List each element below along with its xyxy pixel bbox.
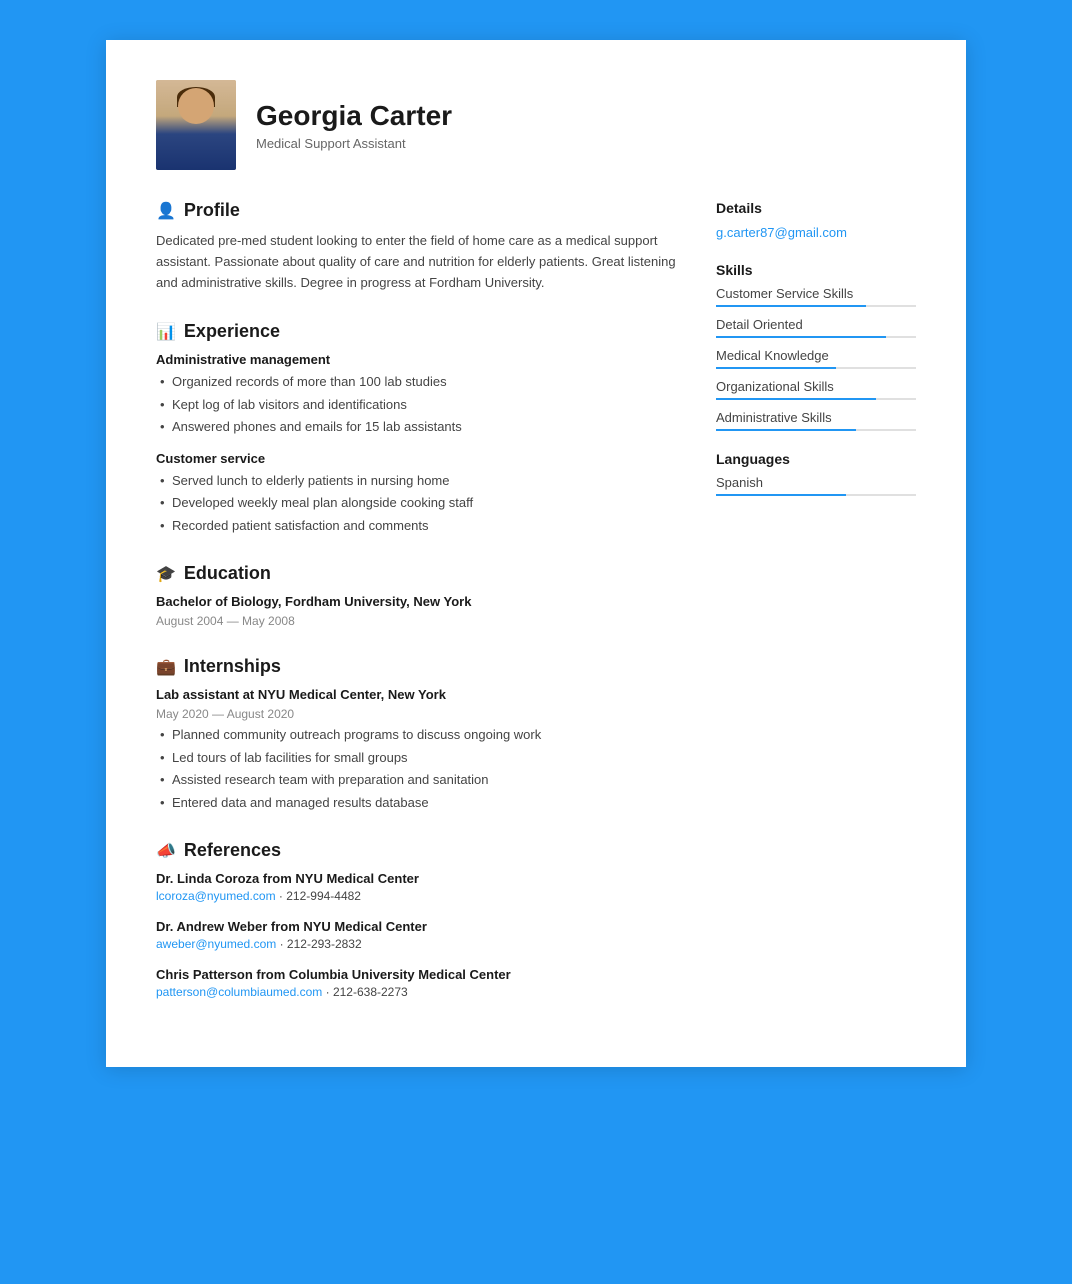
language-1-bar [716,494,916,496]
ref-2-contact: aweber@nyumed.com · 212-293-2832 [156,937,676,951]
experience-title: 📊 Experience [156,321,676,342]
ref-2-phone: 212-293-2832 [287,937,362,951]
list-item: Assisted research team with preparation … [156,770,676,790]
education-section: 🎓 Education Bachelor of Biology, Fordham… [156,563,676,628]
list-item: Entered data and managed results databas… [156,793,676,813]
ref-3-name: Chris Patterson from Columbia University… [156,967,676,982]
language-1-name: Spanish [716,475,916,490]
ref-3-phone: 212-638-2273 [333,985,408,999]
skill-4-fill [716,398,876,400]
ref-3-separator: · [326,985,333,999]
profile-text: Dedicated pre-med student looking to ent… [156,231,676,293]
list-item: Kept log of lab visitors and identificat… [156,395,676,415]
internships-icon: 💼 [156,657,176,677]
resume-container: Georgia Carter Medical Support Assistant… [106,40,966,1067]
list-item: Organized records of more than 100 lab s… [156,372,676,392]
right-column: Details g.carter87@gmail.com Skills Cust… [716,200,916,1027]
profile-section: 👤 Profile Dedicated pre-med student look… [156,200,676,293]
list-item: Led tours of lab facilities for small gr… [156,748,676,768]
skill-1-fill [716,305,866,307]
list-item: Planned community outreach programs to d… [156,725,676,745]
profile-title: 👤 Profile [156,200,676,221]
ref-3-contact: patterson@columbiaumed.com · 212-638-227… [156,985,676,999]
references-section: 📣 References Dr. Linda Coroza from NYU M… [156,840,676,999]
skill-5-bar [716,429,916,431]
skill-1-name: Customer Service Skills [716,286,916,301]
list-item: Answered phones and emails for 15 lab as… [156,417,676,437]
list-item: Recorded patient satisfaction and commen… [156,516,676,536]
ref-2-separator: · [280,937,287,951]
internship-1-title: Lab assistant at NYU Medical Center, New… [156,687,676,702]
experience-job-2: Customer service Served lunch to elderly… [156,451,676,536]
education-title: 🎓 Education [156,563,676,584]
skill-5-fill [716,429,856,431]
internship-1-bullets: Planned community outreach programs to d… [156,725,676,812]
skill-4: Organizational Skills [716,379,916,400]
job-2-bullets: Served lunch to elderly patients in nurs… [156,471,676,536]
left-column: 👤 Profile Dedicated pre-med student look… [156,200,676,1027]
skill-2-name: Detail Oriented [716,317,916,332]
reference-2: Dr. Andrew Weber from NYU Medical Center… [156,919,676,951]
skill-3-name: Medical Knowledge [716,348,916,363]
profile-icon: 👤 [156,201,176,221]
skills-section: Skills Customer Service Skills Detail Or… [716,262,916,431]
ref-1-name: Dr. Linda Coroza from NYU Medical Center [156,871,676,886]
email-link[interactable]: g.carter87@gmail.com [716,225,847,240]
skill-1-bar [716,305,916,307]
experience-section: 📊 Experience Administrative management O… [156,321,676,535]
ref-1-contact: lcoroza@nyumed.com · 212-994-4482 [156,889,676,903]
experience-icon: 📊 [156,322,176,342]
skill-3-bar [716,367,916,369]
references-title: 📣 References [156,840,676,861]
internship-item-1: Lab assistant at NYU Medical Center, New… [156,687,676,812]
references-icon: 📣 [156,841,176,861]
ref-2-name: Dr. Andrew Weber from NYU Medical Center [156,919,676,934]
experience-job-1: Administrative management Organized reco… [156,352,676,437]
skill-2: Detail Oriented [716,317,916,338]
details-section: Details g.carter87@gmail.com [716,200,916,242]
ref-1-phone: 212-994-4482 [286,889,361,903]
job-1-title: Administrative management [156,352,676,367]
skill-4-name: Organizational Skills [716,379,916,394]
header-section: Georgia Carter Medical Support Assistant [156,80,916,170]
job-title: Medical Support Assistant [256,136,452,151]
languages-title: Languages [716,451,916,467]
skill-3-fill [716,367,836,369]
job-1-bullets: Organized records of more than 100 lab s… [156,372,676,437]
skill-2-fill [716,336,886,338]
ref-2-email[interactable]: aweber@nyumed.com [156,937,276,951]
list-item: Served lunch to elderly patients in nurs… [156,471,676,491]
header-text: Georgia Carter Medical Support Assistant [256,100,452,151]
degree-title: Bachelor of Biology, Fordham University,… [156,594,676,609]
ref-1-email[interactable]: lcoroza@nyumed.com [156,889,276,903]
skill-4-bar [716,398,916,400]
reference-1: Dr. Linda Coroza from NYU Medical Center… [156,871,676,903]
job-2-title: Customer service [156,451,676,466]
education-item: Bachelor of Biology, Fordham University,… [156,594,676,628]
internships-section: 💼 Internships Lab assistant at NYU Medic… [156,656,676,812]
name-heading: Georgia Carter [256,100,452,132]
details-title: Details [716,200,916,216]
skill-5-name: Administrative Skills [716,410,916,425]
reference-3: Chris Patterson from Columbia University… [156,967,676,999]
languages-section: Languages Spanish [716,451,916,496]
language-1-fill [716,494,846,496]
skills-title: Skills [716,262,916,278]
skill-5: Administrative Skills [716,410,916,431]
skill-3: Medical Knowledge [716,348,916,369]
internship-1-dates: May 2020 — August 2020 [156,707,676,721]
main-content: 👤 Profile Dedicated pre-med student look… [156,200,916,1027]
degree-dates: August 2004 — May 2008 [156,614,676,628]
skill-1: Customer Service Skills [716,286,916,307]
skill-2-bar [716,336,916,338]
avatar [156,80,236,170]
language-1: Spanish [716,475,916,496]
list-item: Developed weekly meal plan alongside coo… [156,493,676,513]
ref-3-email[interactable]: patterson@columbiaumed.com [156,985,322,999]
internships-title: 💼 Internships [156,656,676,677]
education-icon: 🎓 [156,564,176,584]
